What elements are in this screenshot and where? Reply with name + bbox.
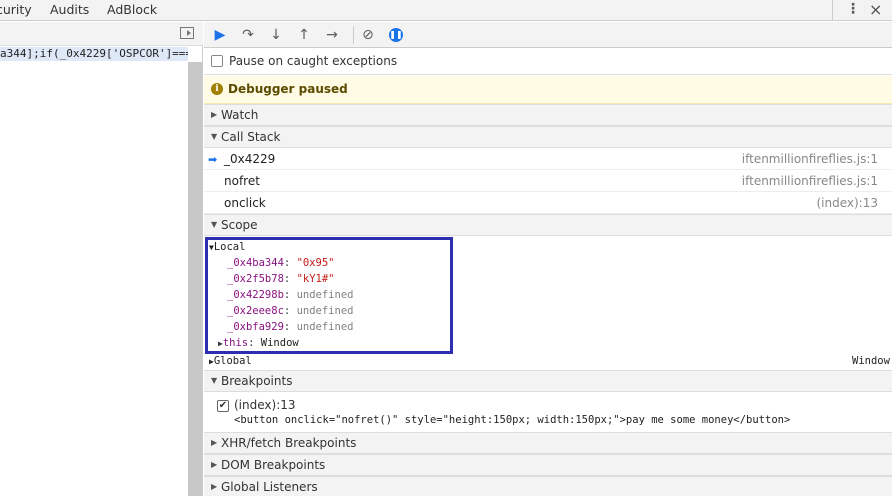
toggle-debugger-sidebar-icon[interactable] xyxy=(180,27,194,39)
call-frame-location[interactable]: iftenmillionfireflies.js:1 xyxy=(742,152,878,166)
section-xhr-label: XHR/fetch Breakpoints xyxy=(221,436,357,450)
source-scrollbar[interactable] xyxy=(188,62,202,496)
pause-caught-exceptions-label[interactable]: Pause on caught exceptions xyxy=(229,54,397,68)
section-xhr-breakpoints[interactable]: ▶ XHR/fetch Breakpoints xyxy=(204,432,892,454)
step-over-icon[interactable]: ↷ xyxy=(238,26,258,44)
section-breakpoints-label: Breakpoints xyxy=(221,374,293,388)
scope-global-value: Window xyxy=(852,355,890,367)
section-breakpoints[interactable]: ▼ Breakpoints xyxy=(204,370,892,392)
close-icon[interactable]: × xyxy=(869,0,882,19)
source-toolbar xyxy=(0,22,203,46)
section-dom-label: DOM Breakpoints xyxy=(221,458,326,472)
annotation-highlight-box xyxy=(205,237,453,354)
deactivate-breakpoints-icon[interactable]: ⊘ xyxy=(358,26,378,44)
resume-icon[interactable]: ▶ xyxy=(210,26,230,44)
expand-triangle-icon: ▶ xyxy=(211,110,218,119)
toolbar-divider xyxy=(353,26,354,44)
step-out-icon[interactable]: ↑ xyxy=(294,26,314,44)
call-frame[interactable]: nofret iftenmillionfireflies.js:1 xyxy=(204,170,892,192)
section-scope[interactable]: ▼ Scope xyxy=(204,214,892,236)
call-frame-name: _0x4229 xyxy=(224,152,276,166)
debugger-toolbar: ▶ ↷ ↓ ↑ → ⊘ ❚❚ xyxy=(204,22,892,48)
pause-on-exceptions-icon[interactable]: ❚❚ xyxy=(386,26,406,44)
source-panel: a344];if(_0x4229['OSPCOR']=== xyxy=(0,22,203,496)
collapse-triangle-icon: ▼ xyxy=(211,220,218,229)
step-icon[interactable]: → xyxy=(322,26,342,44)
kebab-icon[interactable]: ⋮ xyxy=(846,1,860,17)
paused-message: Debugger paused xyxy=(228,82,348,96)
panel-tab-bar: curity Audits AdBlock ⋮ × xyxy=(0,0,892,21)
section-watch[interactable]: ▶ Watch xyxy=(204,104,892,126)
collapse-triangle-icon: ▼ xyxy=(211,132,218,141)
call-frame-name: nofret xyxy=(224,174,260,188)
expand-triangle-icon: ▶ xyxy=(211,460,218,469)
section-global-listeners-label: Global Listeners xyxy=(221,480,318,494)
collapse-triangle-icon: ▼ xyxy=(211,376,218,385)
expand-triangle-icon: ▶ xyxy=(211,438,218,447)
tab-adblock[interactable]: AdBlock xyxy=(107,2,157,17)
call-frame-location[interactable]: (index):13 xyxy=(816,196,878,210)
section-scope-label: Scope xyxy=(221,218,258,232)
pause-caught-exceptions-checkbox[interactable] xyxy=(211,55,223,67)
info-icon: i xyxy=(211,83,223,95)
call-frame[interactable]: ➡ _0x4229 iftenmillionfireflies.js:1 xyxy=(204,148,892,170)
call-frame-name: onclick xyxy=(224,196,266,210)
section-call-stack[interactable]: ▼ Call Stack xyxy=(204,126,892,148)
step-into-icon[interactable]: ↓ xyxy=(266,26,286,44)
paused-code-line[interactable]: a344];if(_0x4229['OSPCOR']=== xyxy=(0,47,188,61)
scope-global-label: Global xyxy=(213,355,252,367)
current-frame-arrow-icon: ➡ xyxy=(208,153,218,166)
tab-audits[interactable]: Audits xyxy=(50,2,89,17)
tab-security[interactable]: curity xyxy=(0,2,32,17)
section-watch-label: Watch xyxy=(221,108,259,122)
section-global-listeners[interactable]: ▶ Global Listeners xyxy=(204,476,892,496)
call-frame-location[interactable]: iftenmillionfireflies.js:1 xyxy=(742,174,878,188)
scope-global[interactable]: ▶Global xyxy=(209,353,252,369)
expand-triangle-icon: ▶ xyxy=(211,482,218,491)
breakpoint-code-snippet: <button onclick="nofret()" style="height… xyxy=(234,414,791,426)
breakpoint-location[interactable]: (index):13 xyxy=(234,398,296,412)
tabbar-divider xyxy=(832,0,833,21)
section-call-stack-label: Call Stack xyxy=(221,130,281,144)
pause-caught-exceptions-row: Pause on caught exceptions xyxy=(204,49,892,75)
section-dom-breakpoints[interactable]: ▶ DOM Breakpoints xyxy=(204,454,892,476)
debugger-paused-banner: i Debugger paused xyxy=(204,76,892,104)
call-frame[interactable]: onclick (index):13 xyxy=(204,192,892,214)
breakpoint-checkbox[interactable]: ✔ xyxy=(217,400,229,412)
breakpoint-entry[interactable]: ✔ (index):13 <button onclick="nofret()" … xyxy=(204,392,892,432)
